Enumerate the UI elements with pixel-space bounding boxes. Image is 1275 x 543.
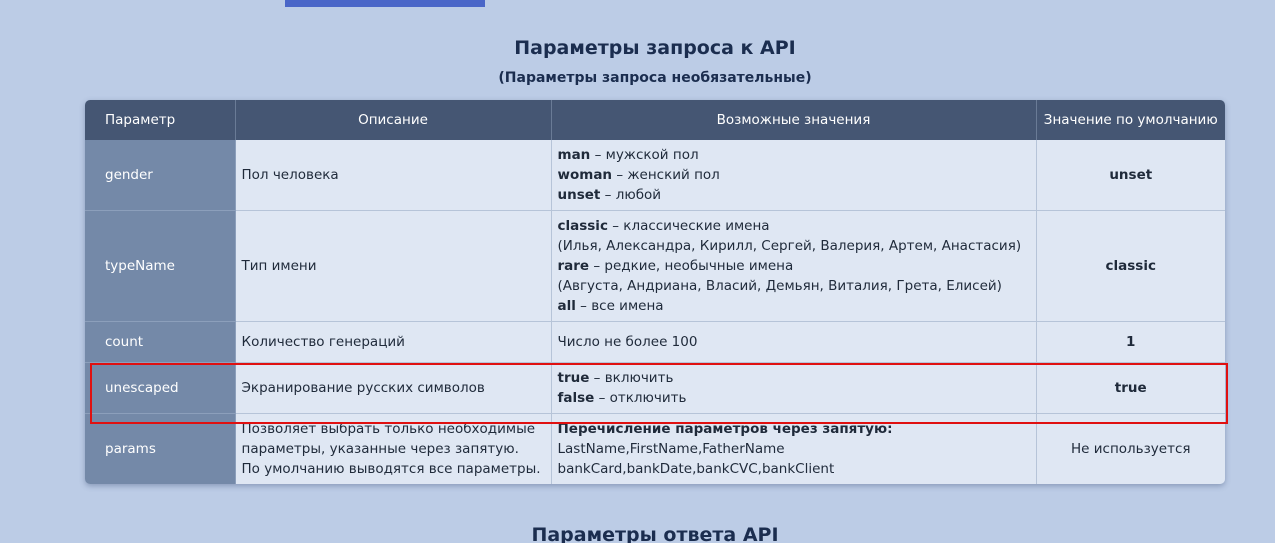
header-values: Возможные значения	[551, 100, 1037, 140]
param-name: typeName	[85, 210, 236, 322]
value-line: false – отключить	[557, 389, 687, 406]
next-section-title: Параметры ответа API	[531, 524, 779, 543]
value-line: Число не более 100	[557, 333, 698, 350]
param-name: params	[85, 413, 236, 484]
param-description: Тип имени	[235, 210, 552, 322]
table-row: gender Пол человека man – мужской пол wo…	[85, 140, 1225, 211]
section-subtitle: (Параметры запроса необязательные)	[498, 70, 812, 86]
value-line: (Илья, Александра, Кирилл, Сергей, Валер…	[557, 237, 1022, 254]
value-line: man – мужской пол	[557, 146, 699, 163]
table-row: count Количество генераций Число не боле…	[85, 321, 1225, 363]
section-title: Параметры запроса к API	[514, 37, 796, 59]
param-values: true – включить false – отключить	[551, 362, 1037, 414]
param-default: Не используется	[1036, 413, 1225, 484]
table-header-row: Параметр Описание Возможные значения Зна…	[85, 100, 1225, 140]
value-line: Перечисление параметров через запятую:	[557, 420, 893, 437]
param-description: Пол человека	[235, 140, 552, 211]
param-values: classic – классические имена (Илья, Алек…	[551, 210, 1037, 322]
description-line: Позволяет выбрать только необходимые	[241, 420, 536, 437]
header-description: Описание	[235, 100, 552, 140]
param-default: true	[1036, 362, 1225, 414]
param-default: classic	[1036, 210, 1225, 322]
value-line: true – включить	[557, 369, 674, 386]
value-line: unset – любой	[557, 186, 662, 203]
table-row: unescaped Экранирование русских символов…	[85, 362, 1225, 414]
param-values: Число не более 100	[551, 321, 1037, 363]
header-param: Параметр	[85, 100, 236, 140]
param-description: Позволяет выбрать только необходимые пар…	[235, 413, 552, 484]
param-description: Количество генераций	[235, 321, 552, 363]
param-values: Перечисление параметров через запятую: L…	[551, 413, 1037, 484]
page: Параметры запроса к API (Параметры запро…	[0, 0, 1275, 543]
value-line: bankCard,bankDate,bankCVC,bankClient	[557, 460, 835, 477]
value-line: woman – женский пол	[557, 166, 720, 183]
param-name: count	[85, 321, 236, 363]
description-line: По умолчанию выводятся все параметры.	[241, 460, 541, 477]
request-params-table: Параметр Описание Возможные значения Зна…	[85, 100, 1225, 484]
param-name: unescaped	[85, 362, 236, 414]
param-default: 1	[1036, 321, 1225, 363]
header-default: Значение по умолчанию	[1036, 100, 1225, 140]
param-default: unset	[1036, 140, 1225, 211]
value-line: classic – классические имена	[557, 217, 770, 234]
description-line: параметры, указанные через запятую.	[241, 440, 519, 457]
value-line: LastName,FirstName,FatherName	[557, 440, 785, 457]
active-tab-fragment[interactable]	[285, 0, 485, 7]
param-values: man – мужской пол woman – женский пол un…	[551, 140, 1037, 211]
param-name: gender	[85, 140, 236, 211]
table-row: params Позволяет выбрать только необходи…	[85, 413, 1225, 484]
value-line: rare – редкие, необычные имена	[557, 257, 794, 274]
value-line: (Августа, Андриана, Власий, Демьян, Вита…	[557, 277, 1002, 294]
table-row: typeName Тип имени classic – классически…	[85, 210, 1225, 322]
param-description: Экранирование русских символов	[235, 362, 552, 414]
value-line: all – все имена	[557, 297, 664, 314]
